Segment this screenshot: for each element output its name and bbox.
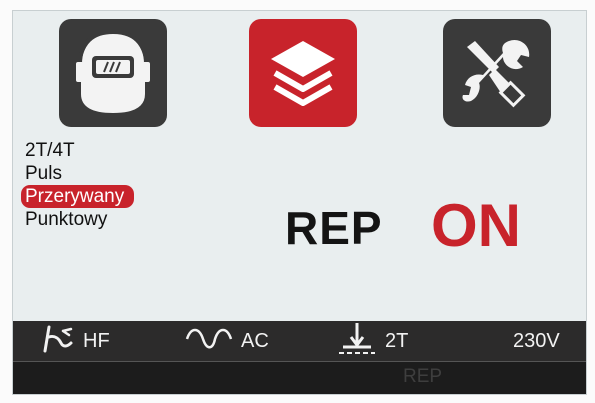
torch-icon	[41, 323, 75, 359]
footer-label: REP	[403, 366, 443, 387]
welding-mode-tile[interactable]	[59, 19, 167, 127]
status-torch-label: HF	[83, 329, 110, 352]
status-voltage: 230V	[513, 321, 560, 361]
mode-menu: 2T/4T Puls Przerywany Punktowy	[21, 139, 135, 231]
display-screen: 2T/4T Puls Przerywany Punktowy REP ON HF	[12, 10, 587, 395]
status-bar: HF AC 2T 230V	[13, 321, 586, 361]
menu-item-przerywany[interactable]: Przerywany	[21, 185, 135, 208]
status-voltage-label: 230V	[513, 329, 560, 352]
status-current-label: AC	[241, 329, 269, 352]
footer-bar: REP	[13, 361, 586, 394]
status-trigger-label: 2T	[385, 329, 409, 352]
ac-wave-icon	[185, 325, 233, 357]
layers-icon	[265, 35, 341, 111]
menu-item-punktowy[interactable]: Punktowy	[21, 208, 117, 231]
rep-mode-tile[interactable]	[249, 19, 357, 127]
status-trigger: 2T	[337, 321, 408, 361]
menu-item-puls[interactable]: Puls	[21, 162, 72, 185]
settings-tile[interactable]	[443, 19, 551, 127]
device-bezel: 2T/4T Puls Przerywany Punktowy REP ON HF	[0, 0, 595, 403]
status-current: AC	[185, 321, 269, 361]
mode-state-label[interactable]: ON	[431, 191, 521, 260]
welding-helmet-icon	[74, 30, 152, 116]
trigger-arrow-icon	[337, 321, 377, 361]
status-torch: HF	[41, 321, 110, 361]
menu-item-2t4t[interactable]: 2T/4T	[21, 139, 85, 162]
wrench-screwdriver-icon	[457, 33, 537, 113]
mode-value-label: REP	[285, 202, 383, 254]
